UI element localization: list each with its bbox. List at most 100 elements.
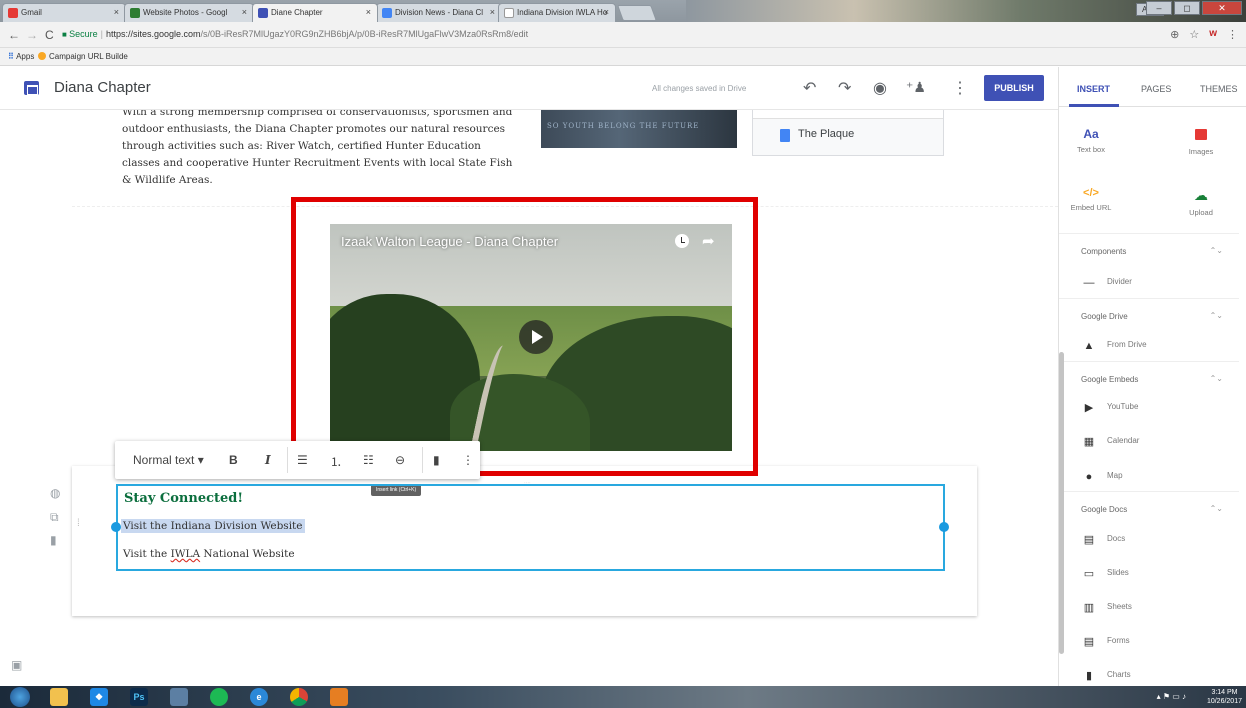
section-title: Google Docs: [1081, 505, 1128, 514]
panel-item-charts[interactable]: ▮ Charts: [1083, 670, 1131, 682]
clock-time: 3:14 PM: [1211, 689, 1238, 696]
campaign-icon: [38, 52, 46, 60]
tab-close-icon[interactable]: ×: [366, 7, 371, 17]
numbered-list-icon[interactable]: ⒈: [330, 453, 342, 470]
panel-item-from-drive[interactable]: ▲ From Drive: [1083, 340, 1147, 352]
tab-label: Diane Chapter: [271, 8, 323, 17]
delete-section-icon[interactable]: ▮: [50, 533, 60, 547]
undo-icon[interactable]: ↶: [803, 78, 816, 98]
insert-embed-url[interactable]: </> Embed URL: [1061, 187, 1121, 212]
extension-icon[interactable]: w: [1209, 28, 1217, 41]
palette-icon[interactable]: ◍: [50, 486, 60, 500]
tab-close-icon[interactable]: ×: [114, 7, 119, 17]
panel-item-slides[interactable]: ▭ Slides: [1083, 568, 1129, 580]
tab-division-news[interactable]: Division News - Diana Cl ×: [376, 3, 502, 22]
bulleted-list-icon[interactable]: ☷: [363, 453, 374, 467]
panel-item-docs[interactable]: ▤ Docs: [1083, 534, 1125, 546]
section-google-drive[interactable]: Google Drive ⌃⌄: [1059, 298, 1239, 331]
tab-diane-chapter[interactable]: Diane Chapter ×: [252, 3, 378, 22]
chrome-menu-icon[interactable]: ⋮: [1227, 28, 1238, 41]
stay-connected-heading[interactable]: Stay Connected!: [124, 491, 243, 506]
more-options-icon[interactable]: ⋮: [462, 453, 474, 467]
zoom-icon[interactable]: ⊕: [1170, 28, 1179, 41]
share-icon[interactable]: ⁺♟: [906, 79, 926, 96]
system-tray-icons[interactable]: ▴ ⚑ ▭ ♪: [1157, 692, 1186, 701]
section-google-embeds[interactable]: Google Embeds ⌃⌄: [1059, 361, 1239, 394]
start-button-icon[interactable]: [10, 687, 30, 707]
tab-close-icon[interactable]: ×: [604, 7, 609, 17]
chrome-icon[interactable]: [290, 688, 308, 706]
photo-app-icon[interactable]: [170, 688, 188, 706]
file-explorer-icon[interactable]: [50, 688, 68, 706]
tab-themes[interactable]: THEMES: [1200, 84, 1238, 94]
internet-explorer-icon[interactable]: e: [250, 688, 268, 706]
maximize-button[interactable]: ◻: [1174, 1, 1200, 15]
panel-item-divider[interactable]: — Divider: [1083, 277, 1132, 289]
panel-item-forms[interactable]: ▤ Forms: [1083, 636, 1130, 648]
section-google-docs[interactable]: Google Docs ⌃⌄: [1059, 491, 1239, 524]
outlook-icon[interactable]: [330, 688, 348, 706]
insert-images[interactable]: Images: [1171, 127, 1231, 156]
url-input[interactable]: ■ Secure | https://sites.google.com/s/0B-i…: [62, 25, 1212, 44]
photoshop-icon[interactable]: Ps: [130, 688, 148, 706]
about-paragraph[interactable]: With a strong membership comprised of co…: [122, 110, 517, 189]
section-components[interactable]: Components ⌃⌄: [1059, 233, 1239, 266]
minimize-button[interactable]: –: [1146, 1, 1172, 15]
redo-icon[interactable]: ↷: [838, 78, 851, 98]
collapse-icon[interactable]: ⌃⌄: [1210, 504, 1223, 513]
italic-button[interactable]: I: [265, 453, 271, 467]
link-suffix: National Website: [200, 548, 295, 560]
insert-text-box[interactable]: Aa Text box: [1061, 127, 1121, 154]
taskbar-clock[interactable]: 3:14 PM 10/26/2017: [1207, 688, 1242, 706]
tab-close-icon[interactable]: ×: [242, 7, 247, 17]
panel-item-youtube[interactable]: ▶ YouTube: [1083, 402, 1139, 414]
panel-item-sheets[interactable]: ▥ Sheets: [1083, 602, 1132, 614]
window-close-button[interactable]: ✕: [1202, 1, 1242, 15]
selection-handle-right[interactable]: [939, 522, 949, 532]
align-left-icon[interactable]: ☰: [297, 453, 308, 467]
panel-scrollbar[interactable]: [1059, 352, 1064, 654]
bold-button[interactable]: B: [229, 453, 238, 467]
sites-logo-icon[interactable]: [24, 81, 39, 95]
iwla-national-link[interactable]: Visit the IWLA National Website: [123, 548, 295, 560]
reload-button[interactable]: C: [45, 28, 54, 42]
section-title: Google Embeds: [1081, 375, 1139, 384]
back-button[interactable]: ←: [8, 28, 20, 42]
new-tab-button[interactable]: [617, 5, 657, 21]
bookmark-campaign-url-builder[interactable]: Campaign URL Builde: [38, 52, 128, 61]
panel-item-label: Docs: [1107, 534, 1126, 543]
delete-icon[interactable]: ▮: [433, 453, 440, 467]
bookmark-apps[interactable]: ⠿ Apps: [8, 52, 34, 61]
forward-button[interactable]: →: [26, 28, 38, 42]
insert-upload[interactable]: ☁ Upload: [1171, 187, 1231, 217]
collapse-icon[interactable]: ⌃⌄: [1210, 246, 1223, 255]
tab-close-icon[interactable]: ×: [490, 7, 495, 17]
gmail-icon: [8, 8, 18, 18]
paragraph-style-select[interactable]: Normal text ▾: [133, 453, 204, 467]
tab-gmail[interactable]: Gmail ×: [2, 3, 126, 22]
preview-icon[interactable]: ◉: [873, 78, 887, 98]
duplicate-icon[interactable]: ⧉: [50, 510, 60, 525]
bookmark-star-icon[interactable]: ☆: [1189, 28, 1199, 41]
drive-document-embed[interactable]: The Plaque: [752, 110, 944, 156]
more-icon[interactable]: ⋮: [952, 78, 968, 98]
collapse-icon[interactable]: ⌃⌄: [1210, 374, 1223, 383]
indiana-division-link[interactable]: Visit the Indiana Division Website: [121, 519, 305, 533]
spotify-icon[interactable]: [210, 688, 228, 706]
insert-link-icon[interactable]: ⊖: [395, 453, 405, 467]
collapse-icon[interactable]: ⌃⌄: [1210, 311, 1223, 320]
selection-handle-left[interactable]: [111, 522, 121, 532]
site-title[interactable]: Diana Chapter: [54, 79, 151, 96]
dropbox-icon[interactable]: ❖: [90, 688, 108, 706]
photo-image[interactable]: SO YOUTH BELONG THE FUTURE: [541, 110, 737, 148]
drag-handle-icon[interactable]: ⁞: [77, 518, 80, 529]
publish-button[interactable]: PUBLISH: [984, 75, 1044, 101]
tab-label: Division News - Diana Cl: [395, 8, 484, 17]
panel-item-calendar[interactable]: ▦ Calendar: [1083, 436, 1140, 448]
tab-website-photos[interactable]: Website Photos - Googl ×: [124, 3, 254, 22]
tab-insert[interactable]: INSERT: [1077, 84, 1110, 94]
tab-pages[interactable]: PAGES: [1141, 84, 1171, 94]
tab-indiana-division[interactable]: Indiana Division IWLA Ho ×: [498, 3, 616, 22]
feedback-icon[interactable]: ▣: [11, 658, 22, 672]
panel-item-map[interactable]: ● Map: [1083, 471, 1123, 483]
